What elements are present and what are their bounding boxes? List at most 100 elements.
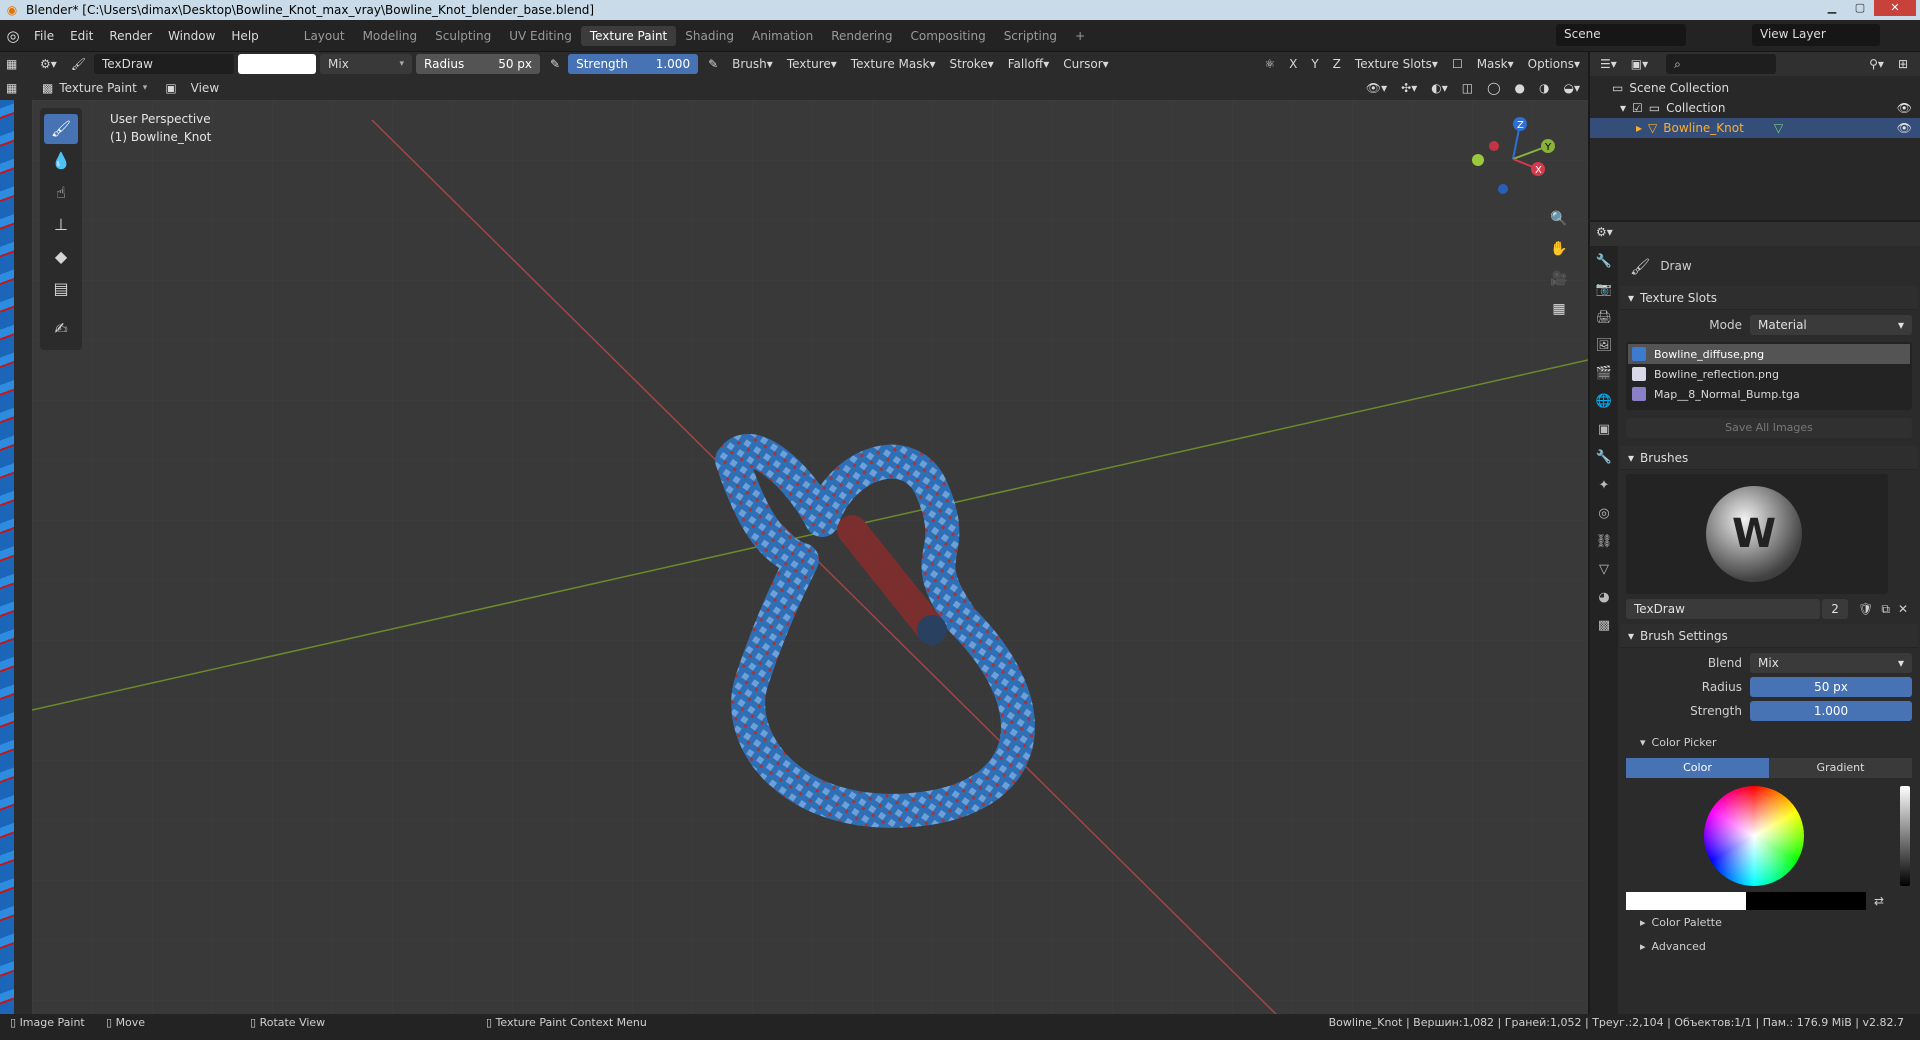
tab-modeling[interactable]: Modeling: [354, 26, 427, 46]
menu-edit[interactable]: Edit: [62, 29, 101, 43]
close-icon[interactable]: ✕: [1874, 0, 1916, 16]
advanced-subpanel[interactable]: ▸ Advanced: [1620, 934, 1918, 958]
eye-icon[interactable]: 👁: [1897, 121, 1912, 135]
value-slider[interactable]: [1900, 786, 1910, 886]
brush-preview[interactable]: W: [1626, 474, 1888, 594]
visibility-icon[interactable]: 👁▾: [1360, 78, 1393, 98]
rendered-shading-icon[interactable]: ◒▾: [1558, 78, 1587, 98]
strength-slider[interactable]: Strength 1.000: [568, 54, 699, 74]
tool-tab-icon[interactable]: 🔧: [1592, 250, 1616, 274]
3d-viewport[interactable]: User Perspective (1) Bowline_Knot Z Y X …: [32, 100, 1588, 1030]
overlays-icon[interactable]: ◐▾: [1425, 78, 1454, 98]
eye-icon[interactable]: 👁: [1897, 101, 1912, 115]
strength-slider[interactable]: 1.000: [1750, 701, 1912, 721]
texture-tab-icon[interactable]: ▩: [1592, 614, 1616, 638]
symmetry-icon[interactable]: ⚛: [1258, 54, 1281, 74]
expand-icon[interactable]: ▾: [1620, 101, 1626, 115]
swap-colors-icon[interactable]: ⇄: [1874, 894, 1884, 908]
tab-compositing[interactable]: Compositing: [901, 26, 994, 46]
radius-slider[interactable]: 50 px: [1750, 677, 1912, 697]
paint-mask-icon[interactable]: ▣: [159, 78, 182, 98]
add-workspace-icon[interactable]: +: [1066, 26, 1094, 46]
wireframe-shading-icon[interactable]: ◯: [1481, 78, 1506, 98]
navigation-gizmo[interactable]: Z Y X: [1468, 114, 1558, 204]
fill-tool-icon[interactable]: ◆: [44, 242, 78, 272]
zoom-icon[interactable]: 🔍: [1546, 206, 1572, 232]
brush-name-input[interactable]: TexDraw: [1626, 599, 1821, 619]
pan-hand-icon[interactable]: ✋: [1546, 236, 1572, 262]
save-all-images-button[interactable]: Save All Images: [1626, 418, 1912, 438]
gizmo-neg-y-icon[interactable]: [1472, 154, 1484, 166]
mask-tool-icon[interactable]: ▤: [44, 274, 78, 304]
gizmo-toggle-icon[interactable]: ✣▾: [1395, 78, 1423, 98]
gizmo-neg-z-icon[interactable]: [1498, 184, 1508, 194]
physics-tab-icon[interactable]: ◎: [1592, 502, 1616, 526]
filter-icon[interactable]: ⚲▾: [1863, 54, 1890, 74]
primary-color-swatch[interactable]: [1626, 892, 1746, 910]
blend-dropdown[interactable]: Mix ▾: [320, 54, 413, 74]
soften-tool-icon[interactable]: 💧: [44, 146, 78, 176]
strength-pressure-icon[interactable]: ✎: [702, 54, 724, 74]
outliner-search-input[interactable]: ⌕: [1666, 54, 1777, 74]
tab-scripting[interactable]: Scripting: [995, 26, 1066, 46]
scene-selector[interactable]: Scene: [1556, 24, 1686, 46]
output-tab-icon[interactable]: 🖨: [1592, 306, 1616, 330]
fake-user-icon[interactable]: 🛡: [1858, 602, 1873, 616]
tab-texture-paint[interactable]: Texture Paint: [580, 25, 677, 46]
brush-name-field[interactable]: TexDraw: [94, 54, 235, 74]
camera-icon[interactable]: 🎥: [1546, 266, 1572, 292]
menu-stroke[interactable]: Stroke ▾: [943, 54, 999, 74]
tab-shading[interactable]: Shading: [676, 26, 743, 46]
constraints-tab-icon[interactable]: ⛓: [1592, 530, 1616, 554]
outliner-editor-icon[interactable]: ☰▾: [1594, 54, 1623, 74]
minimize-icon[interactable]: ▁: [1818, 0, 1846, 16]
texture-slots-panel-header[interactable]: ▾ Texture Slots: [1620, 286, 1918, 310]
new-collection-icon[interactable]: ⊞: [1892, 54, 1914, 74]
tab-gradient[interactable]: Gradient: [1769, 758, 1912, 778]
gizmo-neg-x-icon[interactable]: [1489, 141, 1499, 151]
menu-help[interactable]: Help: [223, 29, 266, 43]
texture-slots-popover[interactable]: Texture Slots ▾: [1349, 54, 1444, 74]
draw-tool-icon[interactable]: 🖌: [44, 114, 78, 144]
texture-slot-item[interactable]: Bowline_reflection.png: [1628, 364, 1910, 384]
mode-dropdown[interactable]: ▩ Texture Paint ▾: [34, 78, 156, 98]
solid-shading-icon[interactable]: ●: [1509, 78, 1531, 98]
material-shading-icon[interactable]: ◑: [1533, 78, 1555, 98]
modifier-tab-icon[interactable]: 🔧: [1592, 446, 1616, 470]
menu-texture-mask[interactable]: Texture Mask ▾: [845, 54, 942, 74]
world-tab-icon[interactable]: 🌐: [1592, 390, 1616, 414]
color-wheel[interactable]: [1704, 786, 1804, 886]
tab-uv-editing[interactable]: UV Editing: [500, 26, 581, 46]
color-palette-subpanel[interactable]: ▸ Color Palette: [1620, 910, 1918, 934]
blend-dropdown[interactable]: Mix ▾: [1750, 653, 1912, 673]
annotate-tool-icon[interactable]: ✍: [44, 314, 78, 344]
editor-type-icon[interactable]: ▦: [0, 54, 32, 74]
duplicate-icon[interactable]: ⧉: [1881, 602, 1890, 617]
radius-slider[interactable]: Radius 50 px: [416, 54, 541, 74]
texture-slot-item[interactable]: Bowline_diffuse.png: [1628, 344, 1910, 364]
properties-editor-icon[interactable]: ⚙▾: [1590, 222, 1619, 242]
perspective-toggle-icon[interactable]: ▦: [1546, 296, 1572, 322]
tab-rendering[interactable]: Rendering: [822, 26, 901, 46]
brush-settings-panel-header[interactable]: ▾ Brush Settings: [1620, 624, 1918, 648]
view-layer-tab-icon[interactable]: 🖼: [1592, 334, 1616, 358]
display-mode-icon[interactable]: ▣▾: [1625, 54, 1654, 74]
scene-tab-icon[interactable]: 🎬: [1592, 362, 1616, 386]
maximize-icon[interactable]: ▢: [1846, 0, 1874, 16]
axis-y-toggle[interactable]: Y: [1305, 54, 1324, 74]
particles-tab-icon[interactable]: ✦: [1592, 474, 1616, 498]
texture-slot-item[interactable]: Map__8_Normal_Bump.tga: [1628, 384, 1910, 404]
menu-brush[interactable]: Brush ▾: [726, 54, 779, 74]
mask-checkbox-icon[interactable]: ☐: [1446, 54, 1469, 74]
mode-dropdown[interactable]: Material ▾: [1750, 315, 1912, 335]
color-swatch[interactable]: [238, 54, 317, 74]
view-layer-selector[interactable]: View Layer: [1752, 24, 1880, 46]
brush-users-count[interactable]: 2: [1822, 599, 1849, 619]
brushes-panel-header[interactable]: ▾ Brushes: [1620, 446, 1918, 470]
tab-animation[interactable]: Animation: [743, 26, 822, 46]
menu-render[interactable]: Render: [101, 29, 160, 43]
outliner-object-bowline-knot[interactable]: ▸ ▽ Bowline_Knot ▽ 👁: [1590, 118, 1920, 138]
menu-window[interactable]: Window: [160, 29, 223, 43]
expand-icon[interactable]: ▸: [1636, 121, 1642, 135]
outliner-collection[interactable]: ▾ ☑ ▭ Collection 👁: [1590, 98, 1920, 118]
